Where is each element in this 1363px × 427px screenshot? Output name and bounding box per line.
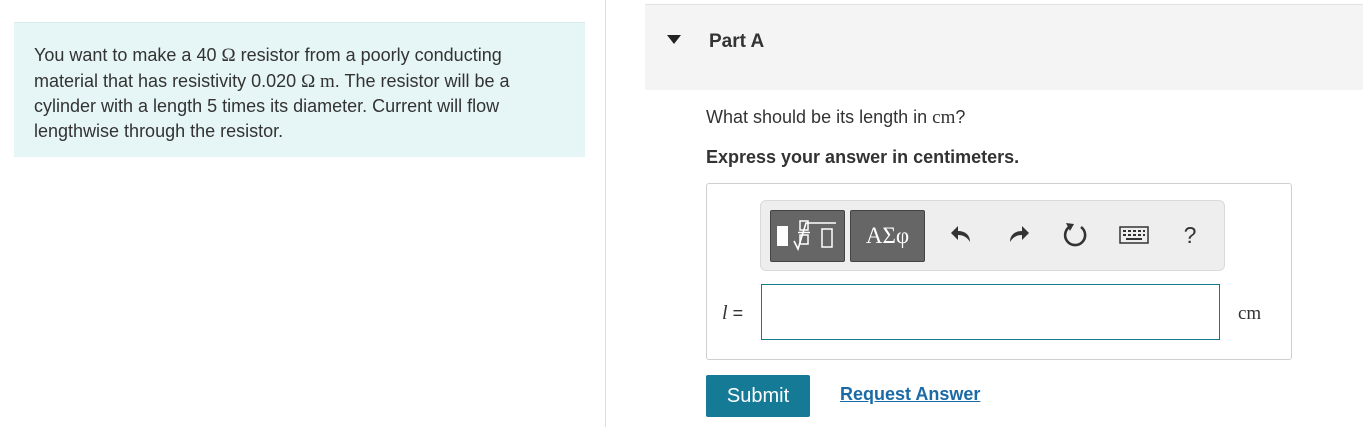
collapse-caret-icon[interactable] bbox=[667, 35, 681, 44]
problem-statement: You want to make a 40 Ω resistor from a … bbox=[14, 22, 585, 157]
problem-text: material that has resistivity 0.020 bbox=[34, 70, 302, 91]
ohm-symbol: Ω bbox=[221, 45, 236, 66]
variable-label: l = bbox=[722, 302, 743, 325]
math-toolbar: ΑΣφ ? bbox=[760, 200, 1225, 271]
help-icon[interactable]: ? bbox=[1173, 218, 1207, 252]
question-unit: cm bbox=[932, 107, 956, 128]
problem-line-1: You want to make a 40 Ω resistor from a … bbox=[34, 43, 565, 69]
templates-icon bbox=[777, 226, 788, 246]
column-divider bbox=[605, 0, 606, 427]
question-prompt: What should be its length in bbox=[706, 107, 933, 127]
problem-line-2: material that has resistivity 0.020 Ω m.… bbox=[34, 69, 565, 95]
redo-icon[interactable] bbox=[1001, 218, 1035, 252]
question-mark: ? bbox=[955, 107, 966, 127]
part-title: Part A bbox=[709, 31, 765, 52]
keyboard-icon[interactable] bbox=[1117, 218, 1151, 252]
equals-sign: = bbox=[727, 303, 744, 323]
templates-button[interactable] bbox=[770, 210, 845, 262]
undo-icon[interactable] bbox=[945, 218, 979, 252]
request-answer-link[interactable]: Request Answer bbox=[840, 384, 980, 405]
submit-button[interactable]: Submit bbox=[706, 375, 810, 417]
reset-icon[interactable] bbox=[1059, 218, 1093, 252]
answer-instruction: Express your answer in centimeters. bbox=[706, 147, 1020, 167]
part-header[interactable]: Part A bbox=[645, 4, 1363, 90]
resistivity-unit: Ω m bbox=[301, 70, 335, 92]
problem-line-4: lengthwise through the resistor. bbox=[34, 120, 284, 141]
problem-text: resistor from a poorly conducting bbox=[235, 45, 502, 65]
problem-text: You want to make a 40 bbox=[34, 45, 222, 65]
greek-symbols-button[interactable]: ΑΣφ bbox=[850, 210, 925, 262]
answer-input[interactable] bbox=[761, 284, 1220, 340]
problem-text: . The resistor will be a bbox=[334, 70, 510, 91]
radical-fraction-icon bbox=[793, 220, 836, 252]
question-text: What should be its length in cm? bbox=[706, 107, 965, 129]
problem-line-3: cylinder with a length 5 times its diame… bbox=[34, 96, 500, 116]
answer-unit: cm bbox=[1238, 303, 1262, 324]
